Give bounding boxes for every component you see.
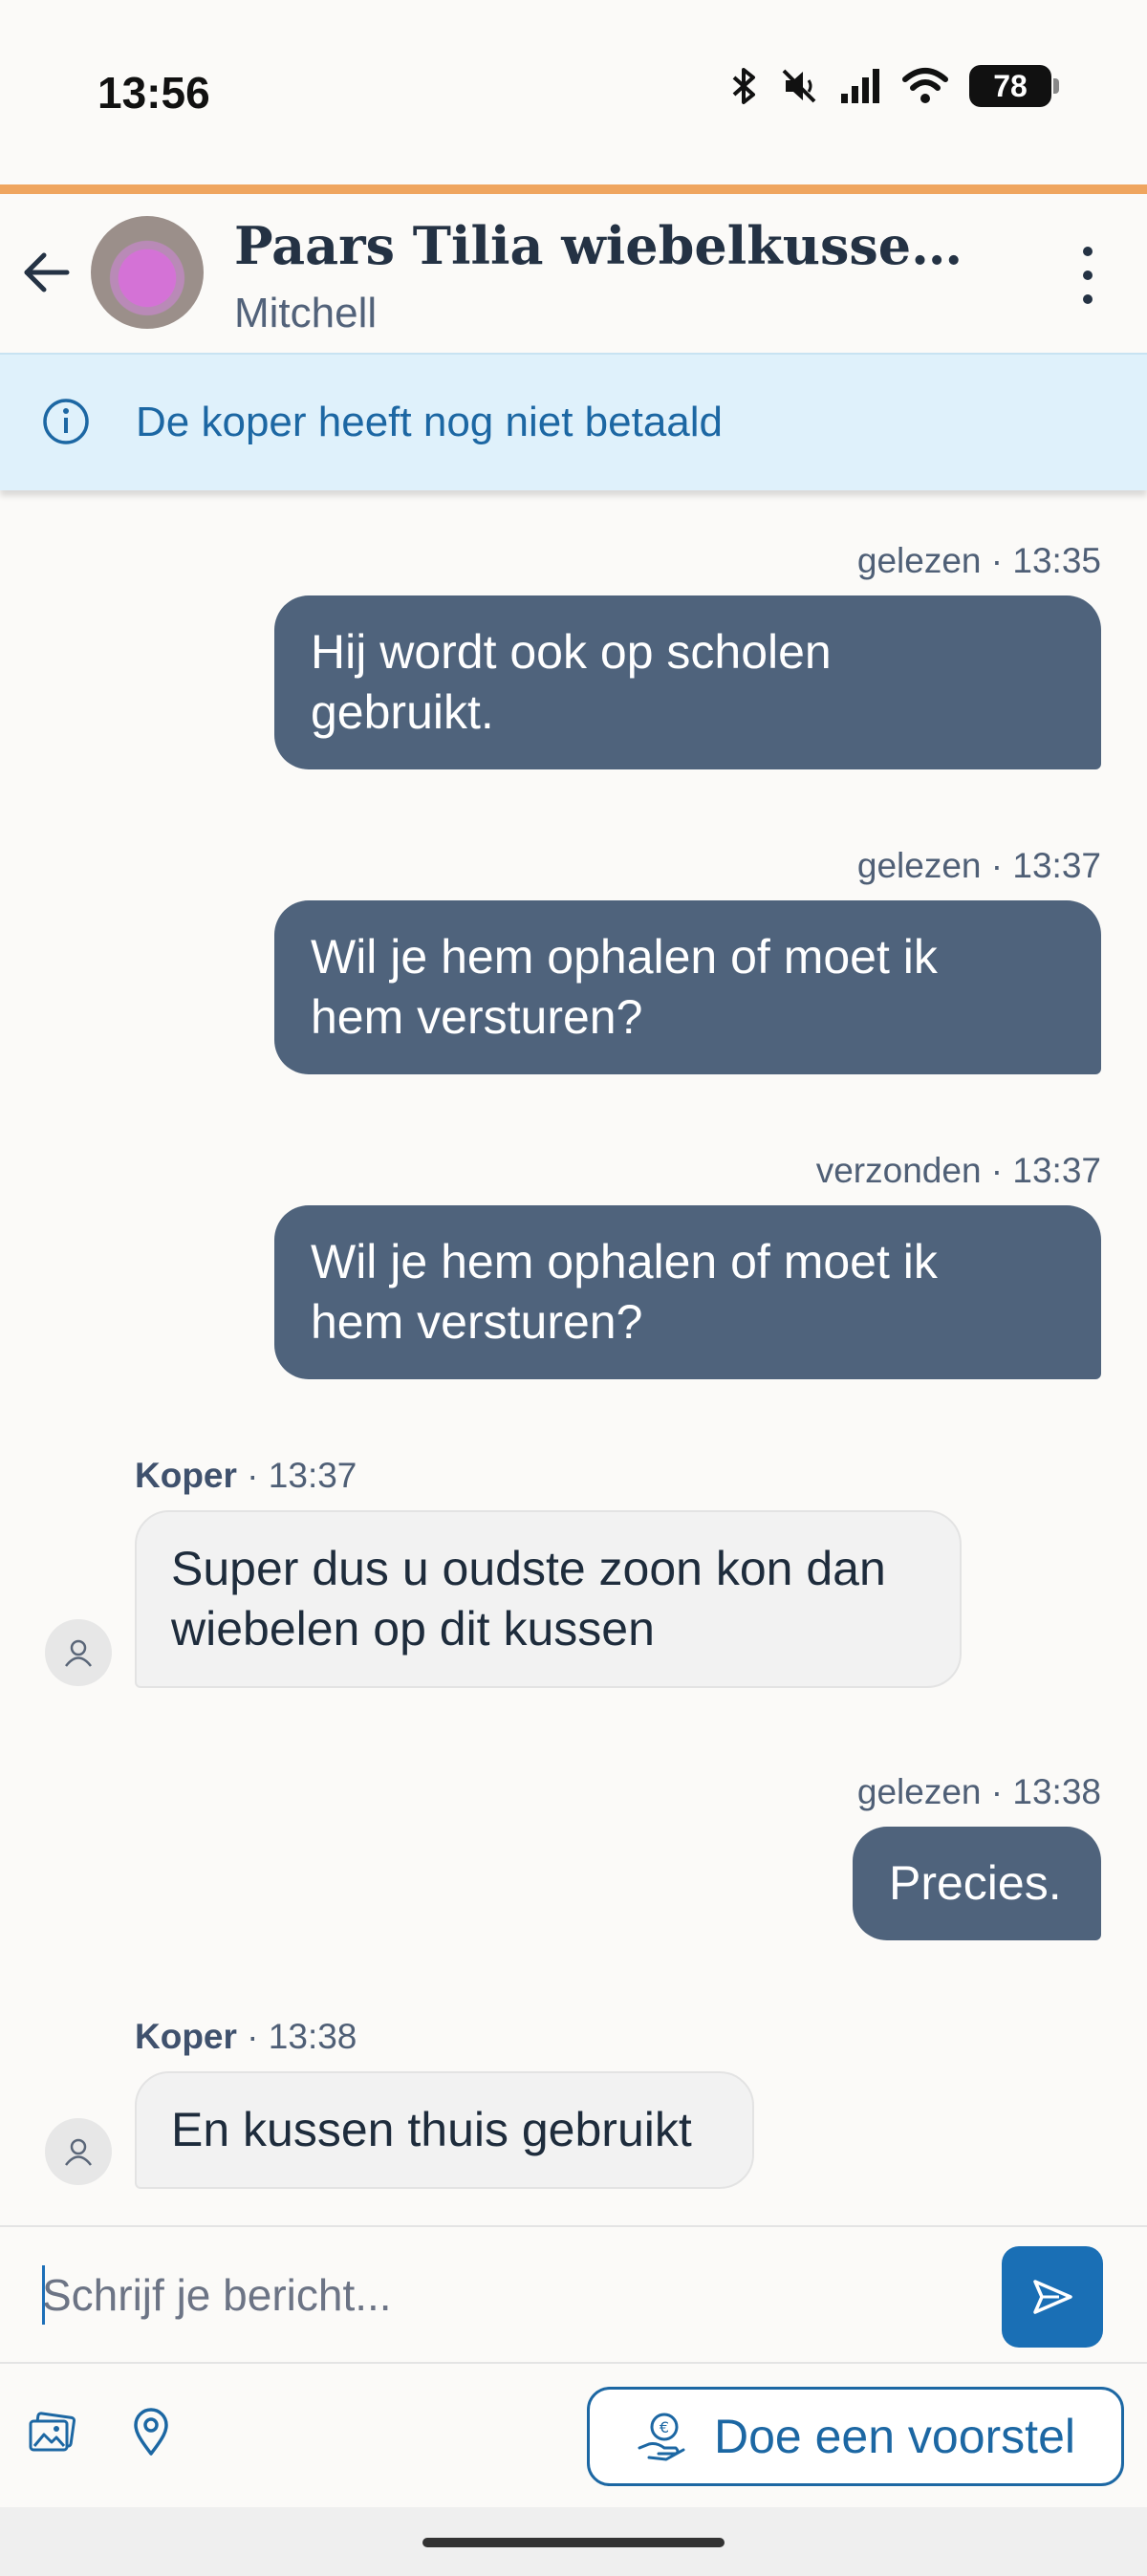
message-line: wiebelen op dit kussen [171,1602,655,1656]
more-vertical-icon [1083,247,1093,256]
outgoing-message[interactable]: Wil je hem ophalen of moet ik hem verstu… [274,1205,1101,1379]
signal-icon [839,67,881,105]
message-line: hem versturen? [311,990,643,1044]
svg-text:€: € [660,2418,669,2436]
status-time: 13:56 [97,68,210,118]
status-bar: 13:56 78 [0,0,1147,186]
wifi-icon [902,67,948,105]
message-sender-meta: Koper · 13:37 [135,1456,357,1496]
chat-header: Paars Tilia wiebelkussen. Id... Mitchell [0,194,1147,353]
banner-text: De koper heeft nog niet betaald [136,399,724,445]
location-button[interactable] [124,2406,178,2459]
sender-avatar [45,1619,112,1686]
message-line: Hij wordt ook op scholen [311,625,832,679]
message-line: En kussen thuis gebruikt [171,2103,692,2156]
message-line: hem versturen? [311,1295,643,1349]
outgoing-message[interactable]: Precies. [853,1827,1101,1940]
message-status: gelezen · 13:35 [856,541,1101,580]
battery-icon: 78 [969,65,1059,107]
payment-status-banner: De koper heeft nog niet betaald [0,353,1147,490]
message-line: Wil je hem ophalen of moet ik [311,930,938,984]
arrow-left-icon [24,252,70,292]
navigation-area [0,2507,1147,2576]
contact-name: Mitchell [234,290,378,336]
send-button[interactable] [1002,2246,1103,2348]
home-indicator[interactable] [422,2538,725,2547]
message-time: · 13:38 [236,2017,357,2056]
message-line: gebruikt. [311,685,494,739]
info-icon [43,399,89,444]
listing-title[interactable]: Paars Tilia wiebelkussen. Id... [234,215,989,276]
image-icon [29,2412,76,2452]
back-button[interactable] [17,244,75,301]
status-icons: 78 [730,65,1059,107]
outgoing-message[interactable]: Hij wordt ook op scholen gebruikt. [274,595,1101,769]
listing-thumbnail[interactable] [91,216,204,329]
euro-hand-icon: € [638,2413,685,2461]
send-icon [1033,2280,1072,2314]
text-caret [42,2265,45,2325]
mute-icon [780,67,818,105]
user-icon [65,1639,92,1667]
message-input[interactable] [42,2262,979,2328]
message-status: gelezen · 13:38 [856,1772,1101,1811]
message-status: gelezen · 13:37 [856,846,1101,885]
message-line: Precies. [889,1856,1062,1910]
location-pin-icon [134,2408,168,2456]
accent-divider [0,184,1147,194]
incoming-message[interactable]: En kussen thuis gebruikt [135,2071,754,2189]
incoming-message[interactable]: Super dus u oudste zoon kon dan wiebelen… [135,1510,962,1688]
message-line: Wil je hem ophalen of moet ik [311,1235,938,1288]
message-status: verzonden · 13:37 [815,1151,1101,1190]
make-offer-label: Doe een voorstel [713,2410,1075,2463]
message-line: Super dus u oudste zoon kon dan [171,1542,886,1595]
bluetooth-icon [730,66,759,106]
message-composer [0,2225,1147,2364]
more-options-button[interactable] [1069,247,1107,304]
sender-avatar [45,2118,112,2185]
photo-attach-button[interactable] [25,2406,78,2459]
message-time: · 13:37 [236,1456,357,1495]
chat-toolbar: € Doe een voorstel [0,2362,1147,2509]
outgoing-message[interactable]: Wil je hem ophalen of moet ik hem verstu… [274,900,1101,1074]
sender-name: Koper [135,1456,237,1495]
make-offer-button[interactable]: € Doe een voorstel [587,2387,1124,2486]
message-sender-meta: Koper · 13:38 [135,2017,357,2057]
user-icon [65,2138,92,2166]
sender-name: Koper [135,2017,237,2056]
